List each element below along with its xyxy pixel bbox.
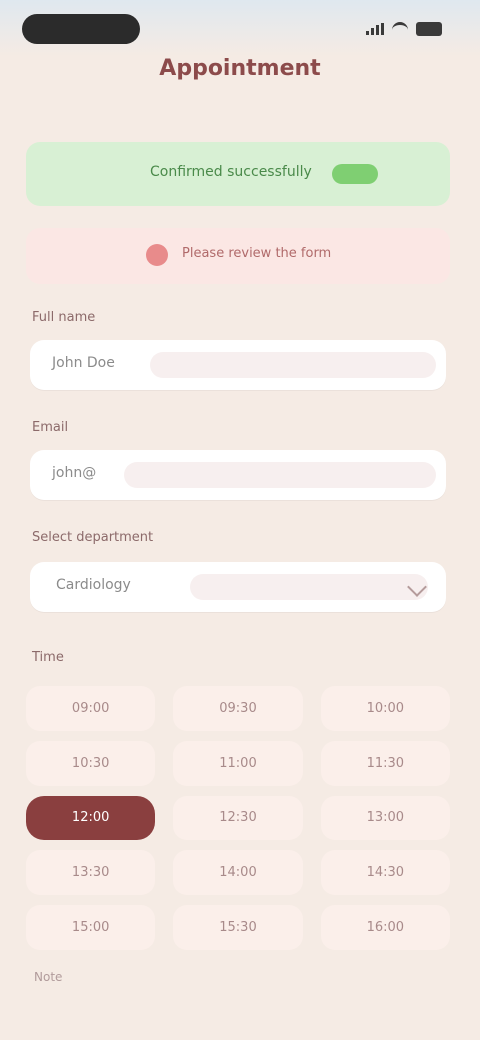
email-label: Email xyxy=(32,420,69,435)
full-name-field[interactable]: John Doe xyxy=(30,340,446,390)
battery-icon xyxy=(416,22,442,36)
full-name-pill xyxy=(150,352,436,378)
time-slot[interactable]: 09:30 xyxy=(173,686,303,731)
wifi-icon xyxy=(392,21,408,37)
time-slot-grid: 09:00 09:30 10:00 10:30 11:00 11:30 12:0… xyxy=(26,686,450,950)
time-label: Time xyxy=(32,650,64,665)
time-slot-selected[interactable]: 12:00 xyxy=(26,795,156,841)
success-badge xyxy=(332,164,378,184)
time-slot[interactable]: 15:30 xyxy=(173,905,303,950)
time-slot[interactable]: 09:00 xyxy=(26,686,156,731)
time-slot[interactable]: 15:00 xyxy=(26,905,156,950)
signal-icon xyxy=(366,23,384,35)
error-icon xyxy=(146,244,168,266)
status-pill xyxy=(22,14,140,44)
email-field[interactable]: john@ xyxy=(30,450,446,500)
department-pill xyxy=(190,574,428,600)
email-value: john@ xyxy=(52,465,97,481)
full-name-label: Full name xyxy=(32,310,96,325)
full-name-value: John Doe xyxy=(52,355,115,371)
time-slot[interactable]: 11:00 xyxy=(173,740,303,786)
time-slot[interactable]: 13:30 xyxy=(26,850,156,896)
time-slot[interactable]: 16:00 xyxy=(320,905,450,950)
email-pill xyxy=(124,462,436,488)
department-label: Select department xyxy=(32,530,154,545)
error-text: Please review the form xyxy=(182,246,332,261)
page-title: Appointment xyxy=(159,56,321,81)
department-value: Cardiology xyxy=(56,577,131,593)
department-field[interactable]: Cardiology xyxy=(30,562,446,612)
bottom-hint: Note xyxy=(34,970,63,984)
success-banner: Confirmed successfully xyxy=(26,142,450,206)
success-text: Confirmed successfully xyxy=(150,164,312,180)
error-banner: Please review the form xyxy=(26,228,450,284)
time-slot[interactable]: 14:30 xyxy=(320,850,450,896)
status-bar xyxy=(0,0,480,56)
time-slot[interactable]: 12:30 xyxy=(173,795,303,841)
time-slot[interactable]: 11:30 xyxy=(320,740,450,786)
time-slot[interactable]: 10:00 xyxy=(320,686,450,731)
time-slot[interactable]: 14:00 xyxy=(173,850,303,896)
time-slot[interactable]: 10:30 xyxy=(26,740,156,786)
status-icons xyxy=(366,18,442,40)
time-slot[interactable]: 13:00 xyxy=(320,795,450,841)
